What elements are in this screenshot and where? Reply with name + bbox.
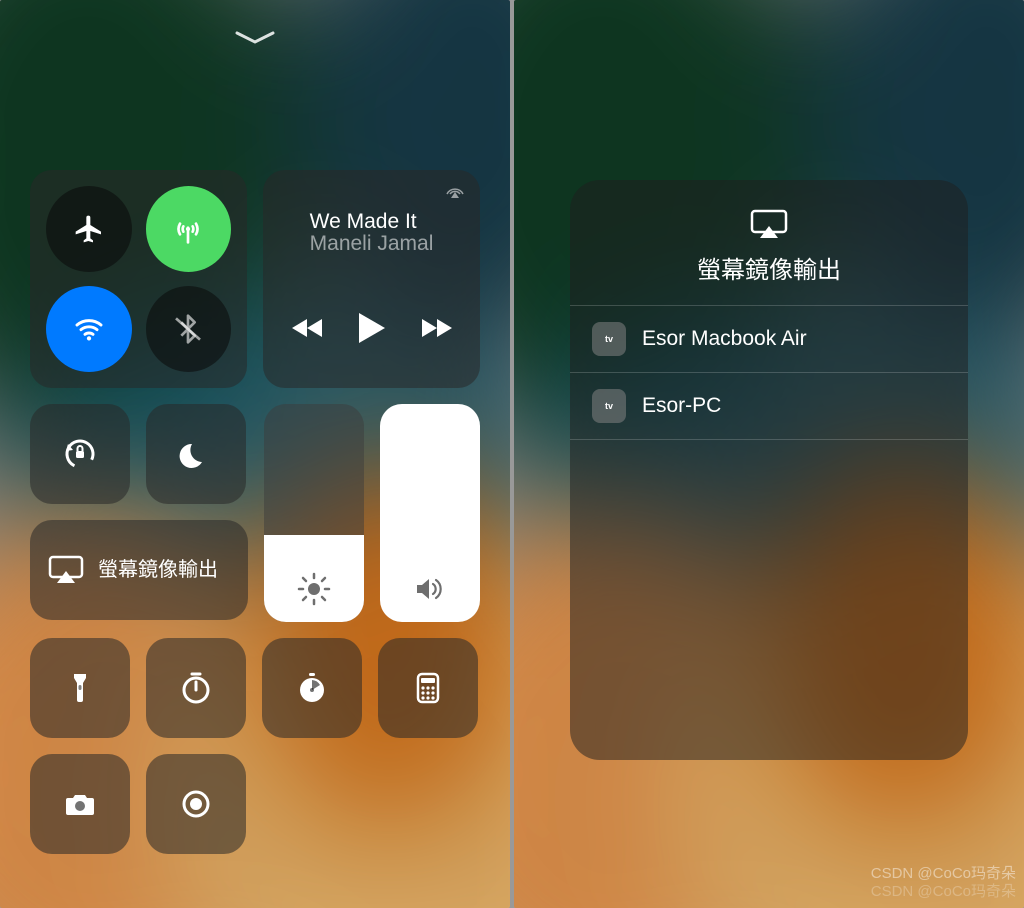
device-name: Esor Macbook Air: [642, 327, 807, 351]
screen-mirroring-title: 螢幕鏡像輸出: [697, 250, 841, 285]
airplay-icon: [749, 208, 789, 240]
orientation-lock-icon: [60, 434, 100, 474]
flashlight-icon: [60, 668, 100, 708]
brightness-icon: [297, 572, 331, 606]
device-list: tv Esor Macbook Air tv Esor-PC: [570, 305, 968, 440]
bluetooth-toggle[interactable]: [146, 286, 232, 372]
screen-mirroring-pane: 螢幕鏡像輸出 tv Esor Macbook Air tv Esor-PC: [514, 0, 1024, 908]
camera-icon: [60, 784, 100, 824]
do-not-disturb-button[interactable]: [146, 404, 246, 504]
calculator-icon: [408, 668, 448, 708]
track-artist: Maneli Jamal: [310, 232, 434, 256]
previous-track-button[interactable]: [292, 317, 324, 344]
airplane-icon: [73, 213, 105, 245]
airplane-mode-toggle[interactable]: [46, 186, 132, 272]
wifi-toggle[interactable]: [46, 286, 132, 372]
moon-icon: [176, 434, 216, 474]
screen-mirroring-button[interactable]: 螢幕鏡像輸出: [30, 520, 248, 620]
stopwatch-button[interactable]: [262, 638, 362, 738]
control-center-pane: We Made It Maneli Jamal: [0, 0, 510, 908]
screen-record-icon: [176, 784, 216, 824]
airplay-icon: [48, 555, 84, 585]
volume-slider[interactable]: [380, 404, 480, 622]
track-title: We Made It: [310, 210, 434, 234]
flashlight-button[interactable]: [30, 638, 130, 738]
bluetooth-icon: [172, 313, 204, 345]
airplay-device-item[interactable]: tv Esor Macbook Air: [570, 305, 968, 372]
volume-icon: [413, 572, 447, 606]
chevron-down-icon[interactable]: [0, 30, 510, 46]
calculator-button[interactable]: [378, 638, 478, 738]
timer-button[interactable]: [146, 638, 246, 738]
screen-mirroring-panel: 螢幕鏡像輸出 tv Esor Macbook Air tv Esor-PC: [570, 180, 968, 760]
appletv-icon: tv: [592, 322, 626, 356]
appletv-icon: tv: [592, 389, 626, 423]
brightness-slider[interactable]: [264, 404, 364, 622]
media-tile[interactable]: We Made It Maneli Jamal: [263, 170, 480, 388]
connectivity-tile[interactable]: [30, 170, 247, 388]
camera-button[interactable]: [30, 754, 130, 854]
device-name: Esor-PC: [642, 394, 721, 418]
stopwatch-icon: [292, 668, 332, 708]
wifi-icon: [73, 313, 105, 345]
play-button[interactable]: [359, 313, 385, 348]
airplay-audio-icon[interactable]: [444, 182, 466, 205]
cellular-icon: [172, 213, 204, 245]
orientation-lock-button[interactable]: [30, 404, 130, 504]
screen-mirroring-label: 螢幕鏡像輸出: [98, 558, 218, 583]
next-track-button[interactable]: [420, 317, 452, 344]
airplay-device-item[interactable]: tv Esor-PC: [570, 372, 968, 440]
screen-record-button[interactable]: [146, 754, 246, 854]
cellular-data-toggle[interactable]: [146, 186, 232, 272]
timer-icon: [176, 668, 216, 708]
